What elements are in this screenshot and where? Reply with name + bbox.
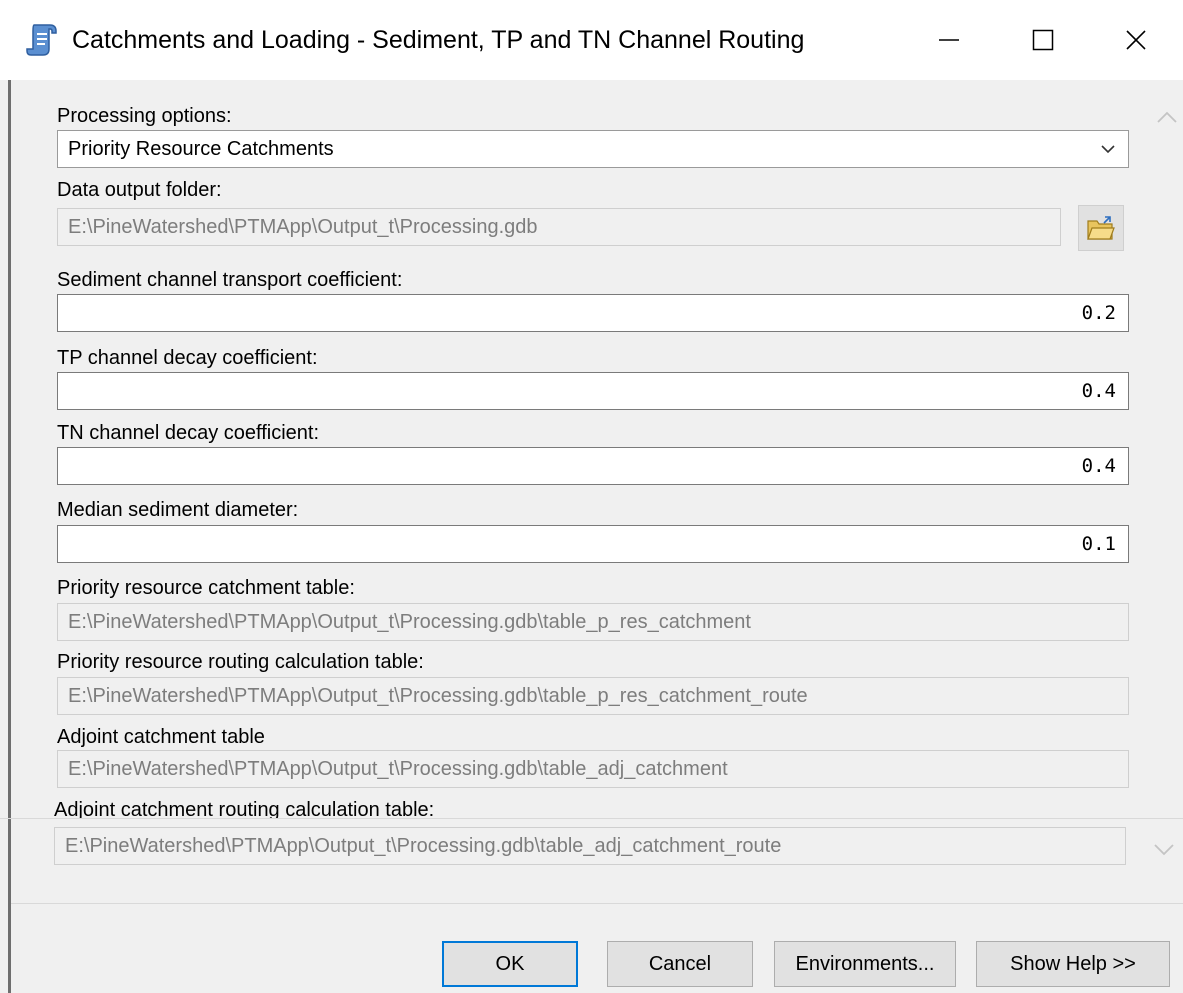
tool-dialog-window: Catchments and Loading - Sediment, TP an…	[0, 0, 1183, 993]
data-output-folder-field[interactable]: E:\PineWatershed\PTMApp\Output_t\Process…	[57, 208, 1061, 246]
show-help-button[interactable]: Show Help >>	[976, 941, 1170, 987]
median-diameter-label: Median sediment diameter:	[57, 499, 299, 521]
sediment-coefficient-input[interactable]: 0.2	[57, 294, 1129, 332]
browse-folder-button[interactable]	[1078, 205, 1124, 251]
processing-options-value: Priority Resource Catchments	[68, 138, 334, 160]
adjoint-catchment-table-field[interactable]: E:\PineWatershed\PTMApp\Output_t\Process…	[57, 750, 1129, 788]
ok-button[interactable]: OK	[442, 941, 578, 987]
processing-options-dropdown[interactable]: Priority Resource Catchments	[57, 130, 1129, 168]
sediment-coefficient-label: Sediment channel transport coefficient:	[57, 269, 403, 291]
maximize-button[interactable]	[996, 0, 1090, 80]
minimize-icon	[939, 39, 959, 41]
tp-coefficient-label: TP channel decay coefficient:	[57, 347, 318, 369]
close-button[interactable]	[1089, 0, 1183, 80]
priority-catchment-table-label: Priority resource catchment table:	[57, 577, 355, 599]
processing-options-label: Processing options:	[57, 105, 232, 127]
environments-button[interactable]: Environments...	[774, 941, 956, 987]
open-folder-icon	[1087, 216, 1115, 240]
tn-coefficient-input[interactable]: 0.4	[57, 447, 1129, 485]
priority-catchment-table-field[interactable]: E:\PineWatershed\PTMApp\Output_t\Process…	[57, 603, 1129, 641]
parameters-panel: Processing options: Priority Resource Ca…	[8, 80, 1183, 818]
window-title: Catchments and Loading - Sediment, TP an…	[72, 26, 805, 54]
title-bar[interactable]: Catchments and Loading - Sediment, TP an…	[0, 0, 1183, 80]
panel-edge	[8, 819, 11, 993]
cancel-button[interactable]: Cancel	[607, 941, 753, 987]
scroll-down-icon[interactable]	[1153, 843, 1175, 857]
data-output-folder-label: Data output folder:	[57, 179, 222, 201]
tp-coefficient-input[interactable]: 0.4	[57, 372, 1129, 410]
tn-coefficient-label: TN channel decay coefficient:	[57, 422, 320, 444]
footer-divider	[11, 903, 1183, 904]
chevron-down-icon	[1101, 145, 1115, 154]
close-icon	[1126, 30, 1146, 50]
maximize-icon	[1032, 29, 1054, 51]
script-tool-icon	[26, 22, 60, 58]
adjoint-routing-table-field[interactable]: E:\PineWatershed\PTMApp\Output_t\Process…	[54, 827, 1126, 865]
priority-routing-table-field[interactable]: E:\PineWatershed\PTMApp\Output_t\Process…	[57, 677, 1129, 715]
dialog-footer: E:\PineWatershed\PTMApp\Output_t\Process…	[0, 818, 1183, 993]
scroll-up-icon[interactable]	[1156, 110, 1178, 124]
adjoint-catchment-table-label: Adjoint catchment table	[57, 726, 265, 748]
median-diameter-input[interactable]: 0.1	[57, 525, 1129, 563]
minimize-button[interactable]	[902, 0, 996, 80]
priority-routing-table-label: Priority resource routing calculation ta…	[57, 651, 424, 673]
